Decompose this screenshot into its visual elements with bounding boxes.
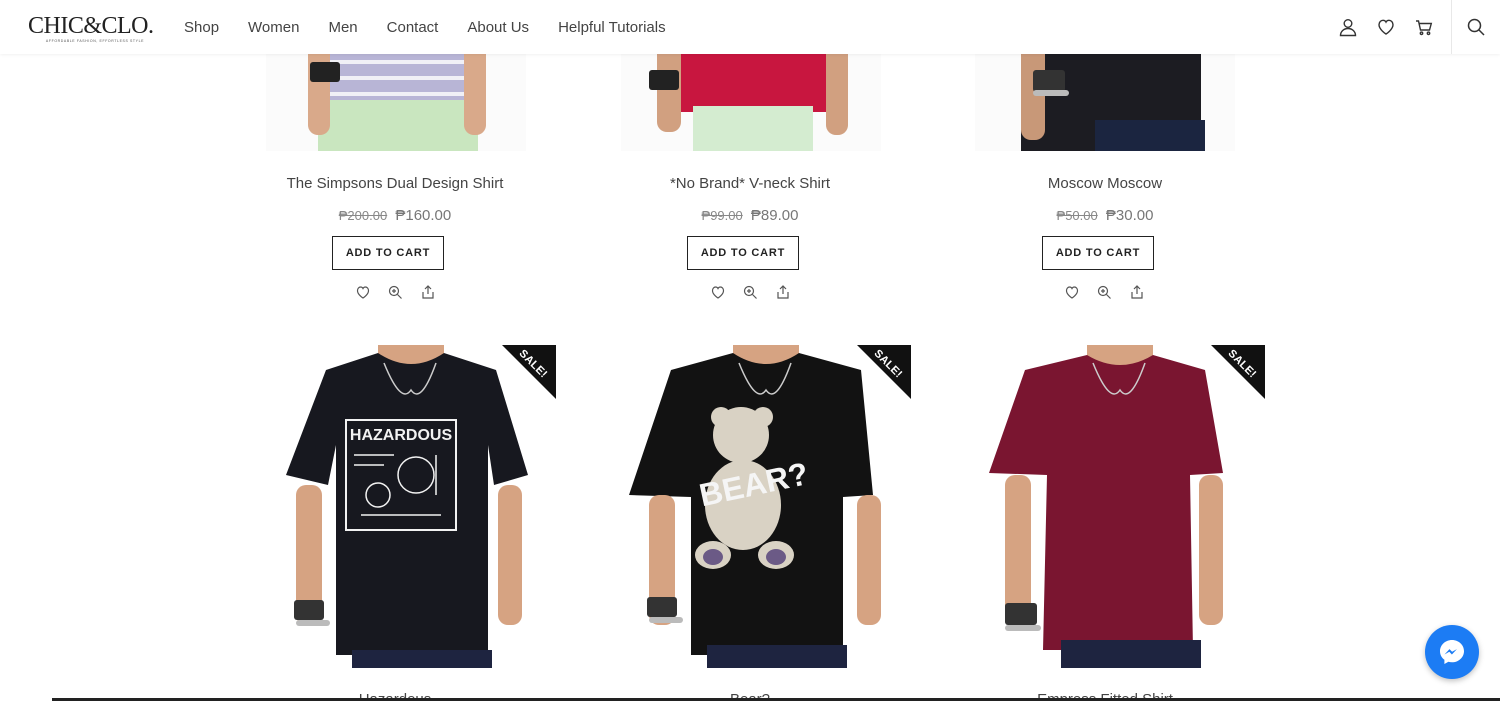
- product-price: ₱200.00 ₱160.00: [245, 207, 545, 224]
- wishlist-icon[interactable]: [710, 284, 726, 300]
- quick-view-icon[interactable]: [742, 284, 758, 300]
- logo-text: CHIC&CLO.: [28, 13, 154, 39]
- product-actions: [355, 284, 435, 300]
- site-header: CHIC&CLO. AFFORDABLE FASHION, EFFORTLESS…: [0, 0, 1500, 54]
- add-to-cart-button[interactable]: ADD TO CART: [1042, 236, 1154, 270]
- wishlist-icon[interactable]: [1064, 284, 1080, 300]
- product-actions: [710, 284, 790, 300]
- product-actions: [1064, 284, 1144, 300]
- quick-view-icon[interactable]: [1096, 284, 1112, 300]
- search-icon[interactable]: [1466, 17, 1486, 37]
- user-icon[interactable]: [1338, 17, 1358, 37]
- nav-contact[interactable]: Contact: [387, 19, 439, 36]
- share-icon[interactable]: [420, 284, 436, 300]
- messenger-chat-button[interactable]: [1425, 625, 1479, 679]
- site-logo[interactable]: CHIC&CLO. AFFORDABLE FASHION, EFFORTLESS…: [28, 13, 154, 47]
- sale-badge: SALE!: [1211, 345, 1265, 399]
- main-nav: Shop Women Men Contact About Us Helpful …: [184, 0, 695, 54]
- nav-helpful-tutorials[interactable]: Helpful Tutorials: [558, 19, 666, 36]
- quick-view-icon[interactable]: [387, 284, 403, 300]
- sale-price: ₱30.00: [1105, 207, 1154, 224]
- svg-text:HAZARDOUS: HAZARDOUS: [350, 427, 453, 444]
- regular-price: ₱50.00: [1056, 208, 1098, 223]
- add-to-cart-button[interactable]: ADD TO CART: [687, 236, 799, 270]
- product-title[interactable]: *No Brand* V-neck Shirt: [600, 175, 900, 192]
- product-price: ₱50.00 ₱30.00: [955, 207, 1255, 224]
- nav-shop[interactable]: Shop: [184, 19, 219, 36]
- share-icon[interactable]: [775, 284, 791, 300]
- share-icon[interactable]: [1129, 284, 1145, 300]
- product-title[interactable]: Moscow Moscow: [955, 175, 1255, 192]
- regular-price: ₱99.00: [701, 208, 743, 223]
- messenger-icon: [1440, 640, 1464, 664]
- regular-price: ₱200.00: [338, 208, 388, 223]
- sale-badge: SALE!: [502, 345, 556, 399]
- sale-badge: SALE!: [857, 345, 911, 399]
- heart-icon[interactable]: [1376, 17, 1396, 37]
- add-to-cart-button[interactable]: ADD TO CART: [332, 236, 444, 270]
- logo-tagline: AFFORDABLE FASHION, EFFORTLESS STYLE: [45, 39, 145, 43]
- product-price: ₱99.00 ₱89.00: [600, 207, 900, 224]
- sale-price: ₱89.00: [750, 207, 799, 224]
- nav-men[interactable]: Men: [328, 19, 357, 36]
- wishlist-icon[interactable]: [355, 284, 371, 300]
- product-title[interactable]: The Simpsons Dual Design Shirt: [245, 175, 545, 192]
- sale-price: ₱160.00: [395, 207, 452, 224]
- nav-women[interactable]: Women: [248, 19, 299, 36]
- cart-icon[interactable]: [1414, 17, 1434, 37]
- header-divider: [1451, 0, 1452, 54]
- nav-about-us[interactable]: About Us: [467, 19, 529, 36]
